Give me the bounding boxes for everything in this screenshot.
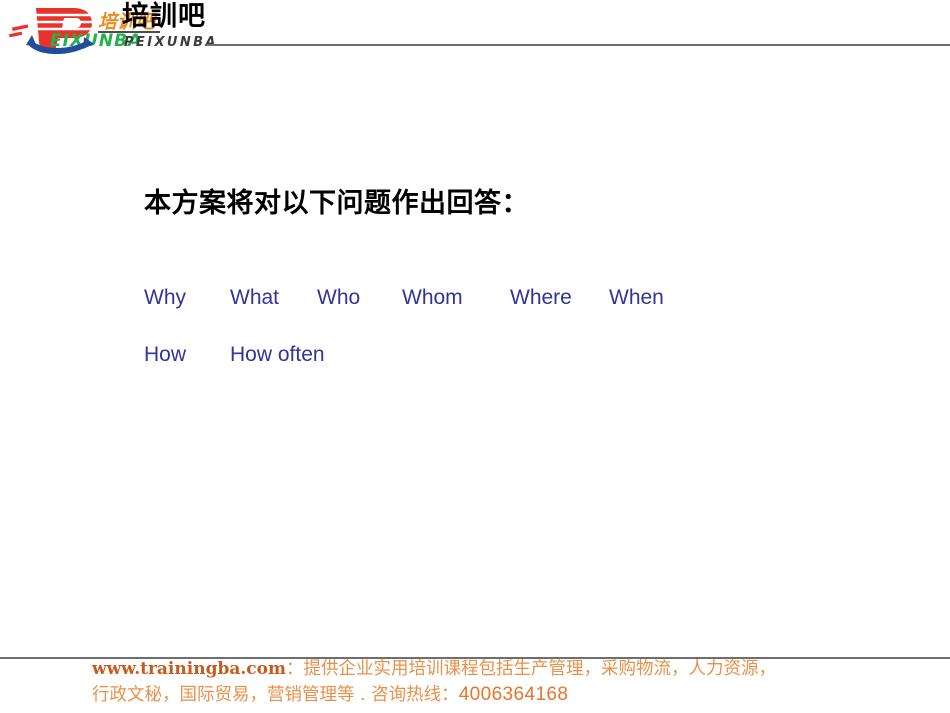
- question-word-who: Who: [317, 286, 361, 309]
- footer-description-line-2: 行政文秘，国际贸易，营销管理等 . 咨询热线：: [92, 685, 459, 705]
- logo-accent-dashes: [8, 24, 29, 38]
- question-word-where: Where: [510, 286, 572, 309]
- question-word-whom: Whom: [402, 286, 463, 309]
- brand-title-pinyin: PEIXUNBA: [124, 35, 218, 50]
- brand-title-cn: 培訓吧: [122, 1, 206, 32]
- page-title: 本方案将对以下问题作出回答：: [144, 188, 529, 219]
- footer-website-link[interactable]: www.trainingba.com: [92, 659, 286, 679]
- question-word-row-1: Why What Who Whom Where When: [144, 285, 689, 311]
- question-word-why: Why: [144, 286, 186, 309]
- header-divider: [206, 44, 950, 46]
- footer-line-2: 行政文秘，国际贸易，营销管理等 . 咨询热线：4006364168: [92, 682, 950, 708]
- footer: www.trainingba.com：提供企业实用培训课程包括生产管理，采购物流…: [92, 656, 950, 708]
- question-word-how: How: [144, 343, 187, 366]
- question-word-row-2: How How often: [144, 342, 410, 368]
- question-word-when: When: [609, 286, 664, 309]
- header-band: 培训吧 EIXUNBA 培訓吧 PEIXUNBA: [0, 0, 950, 58]
- question-word-what: What: [230, 286, 280, 309]
- footer-colon-1: ：: [285, 659, 304, 679]
- footer-line-1: www.trainingba.com：提供企业实用培训课程包括生产管理，采购物流…: [92, 656, 950, 682]
- footer-hotline-number: 4006364168: [458, 684, 569, 705]
- footer-description-line-1: 提供企业实用培训课程包括生产管理，采购物流，人力资源，: [303, 659, 776, 679]
- question-word-how-often: How often: [230, 343, 325, 366]
